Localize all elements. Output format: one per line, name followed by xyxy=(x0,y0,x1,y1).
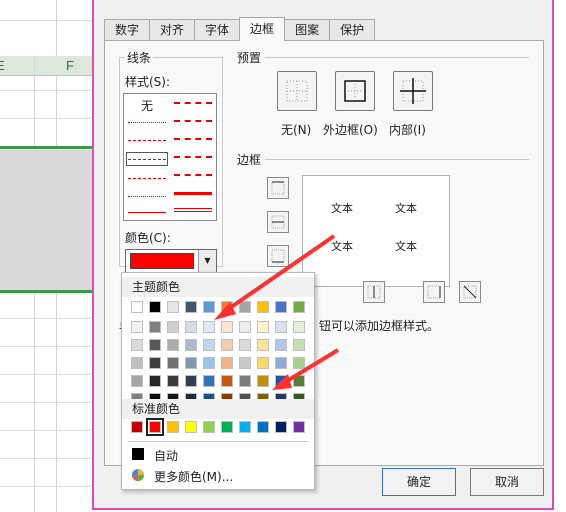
annotation-arrows xyxy=(214,234,340,390)
annotation-arrow xyxy=(280,348,340,386)
annotation-arrow xyxy=(222,234,336,314)
arrow-head xyxy=(272,374,292,390)
tab-border[interactable]: 边框 xyxy=(239,17,286,41)
